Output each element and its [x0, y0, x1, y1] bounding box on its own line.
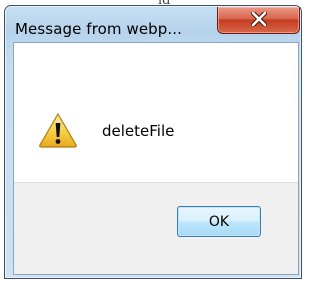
alert-dialog: Message from webp... deleteFile OK — [4, 5, 302, 279]
message-text: deleteFile — [102, 122, 175, 140]
close-button[interactable] — [217, 7, 300, 34]
message-area: deleteFile — [14, 43, 298, 182]
dialog-title: Message from webp... — [15, 20, 183, 38]
dialog-body: deleteFile OK — [13, 42, 299, 275]
close-icon — [251, 12, 267, 26]
ok-button[interactable]: OK — [177, 206, 261, 237]
warning-icon — [39, 112, 77, 148]
button-bar: OK — [14, 182, 298, 274]
